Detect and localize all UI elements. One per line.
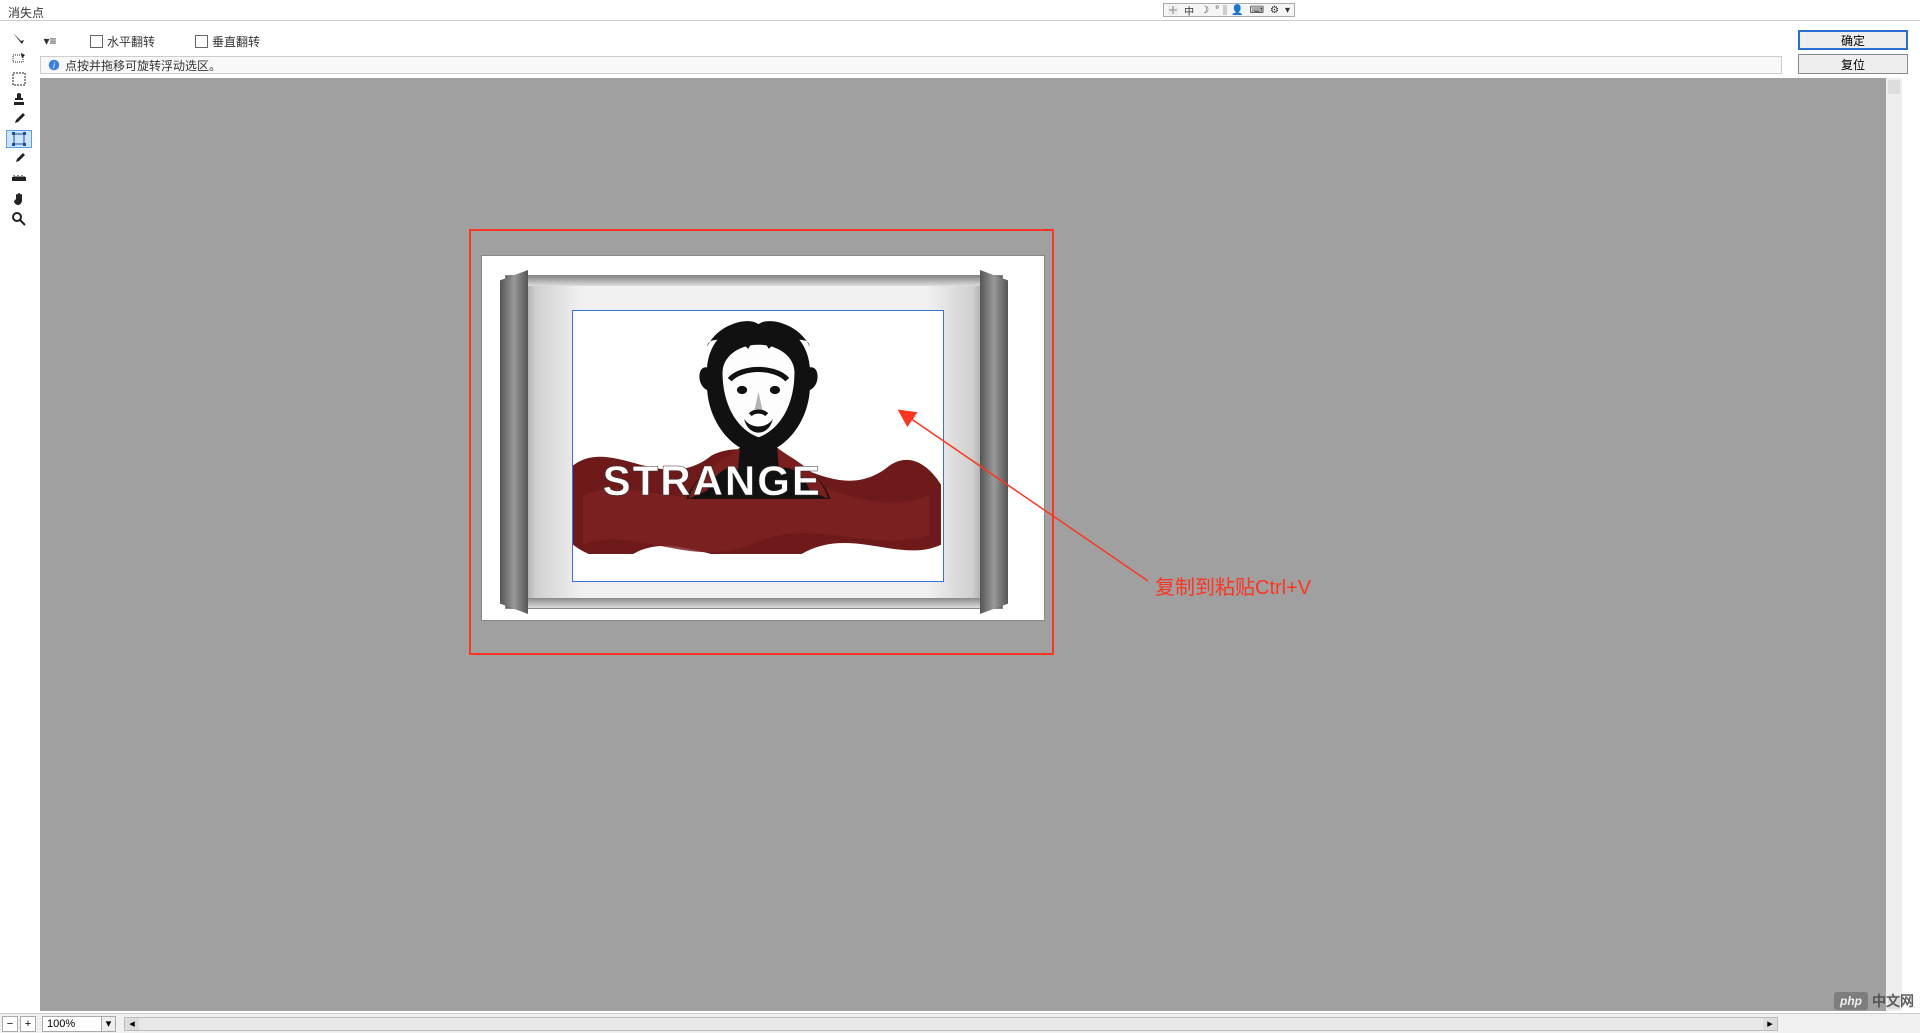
status-bar: − + 100% ▾ ◂ ▸ xyxy=(0,1013,1920,1033)
flip-h-checkbox[interactable] xyxy=(90,35,103,48)
stamp-tool[interactable] xyxy=(6,90,32,108)
dialog-action-buttons: 确定 复位 xyxy=(1798,30,1908,74)
zoom-tool[interactable] xyxy=(6,210,32,228)
floating-selection[interactable]: STRANGE xyxy=(572,310,944,582)
zoom-dropdown[interactable]: ▾ xyxy=(102,1016,116,1032)
ime-keyboard-icon[interactable]: ⌨ xyxy=(1248,5,1266,16)
ime-sep xyxy=(1223,5,1227,15)
ime-lang[interactable]: 中 xyxy=(1182,3,1196,18)
title-divider xyxy=(0,20,1920,21)
flip-v-option[interactable]: 垂直翻转 xyxy=(195,33,260,50)
art-text: STRANGE xyxy=(603,457,822,505)
window-title: 消失点 xyxy=(8,4,44,21)
hint-bar: i 点按并拖移可旋转浮动选区。 xyxy=(40,56,1782,74)
edit-plane-tool[interactable] xyxy=(6,30,32,48)
zoom-in-button[interactable]: + xyxy=(20,1016,36,1032)
info-icon: i xyxy=(47,58,61,72)
marquee-tool[interactable] xyxy=(6,70,32,88)
app-root: 中 ☽ ° 👤 ⌨ ⚙ ▾ 消失点 ▾≡ 水平翻转 垂直翻转 确定 复位 i 点… xyxy=(0,0,1920,1033)
ime-moon-icon[interactable]: ☽ xyxy=(1198,5,1211,16)
brush-tool[interactable] xyxy=(6,110,32,128)
reset-button[interactable]: 复位 xyxy=(1798,54,1908,74)
ime-temp: ° xyxy=(1213,5,1221,16)
options-bar: ▾≡ 水平翻转 垂直翻转 xyxy=(40,30,1920,52)
eyedropper-tool[interactable] xyxy=(6,150,32,168)
document-canvas[interactable]: STRANGE xyxy=(482,256,1044,620)
ime-user-icon[interactable]: 👤 xyxy=(1229,5,1245,16)
ok-button[interactable]: 确定 xyxy=(1798,30,1908,50)
flip-h-label: 水平翻转 xyxy=(107,33,155,50)
options-menu-trigger[interactable]: ▾≡ xyxy=(40,34,60,48)
measure-tool[interactable] xyxy=(6,170,32,188)
vertical-scrollbar[interactable] xyxy=(1886,78,1902,1011)
watermark: php 中文网 xyxy=(1834,991,1914,1011)
watermark-logo: php xyxy=(1834,992,1868,1010)
canvas-area[interactable]: STRANGE 复制到粘贴Ctrl+V xyxy=(40,78,1902,1011)
scroll-left-arrow-icon[interactable]: ◂ xyxy=(125,1018,139,1030)
zoom-input[interactable]: 100% xyxy=(42,1016,102,1032)
create-plane-tool[interactable] xyxy=(6,50,32,68)
flip-v-label: 垂直翻转 xyxy=(212,33,260,50)
hand-tool[interactable] xyxy=(6,190,32,208)
ime-gear-icon[interactable]: ⚙ xyxy=(1268,5,1281,16)
pasted-art: STRANGE xyxy=(573,311,943,581)
tool-palette xyxy=(6,30,34,228)
scroll-right-arrow-icon[interactable]: ▸ xyxy=(1763,1018,1777,1030)
watermark-text: 中文网 xyxy=(1872,991,1914,1011)
flip-v-checkbox[interactable] xyxy=(195,35,208,48)
transform-tool[interactable] xyxy=(6,130,32,148)
ime-chevron-icon[interactable]: ▾ xyxy=(1283,5,1292,16)
flip-h-option[interactable]: 水平翻转 xyxy=(90,33,155,50)
ime-status-bar[interactable]: 中 ☽ ° 👤 ⌨ ⚙ ▾ xyxy=(1163,3,1295,17)
zoom-out-button[interactable]: − xyxy=(2,1016,18,1032)
ime-flag-icon xyxy=(1166,5,1180,15)
annotation-text: 复制到粘贴Ctrl+V xyxy=(1155,571,1311,600)
zoom-value: 100% xyxy=(47,1018,75,1030)
horizontal-scrollbar[interactable]: ◂ ▸ xyxy=(124,1017,1778,1031)
hint-text: 点按并拖移可旋转浮动选区。 xyxy=(65,57,221,74)
